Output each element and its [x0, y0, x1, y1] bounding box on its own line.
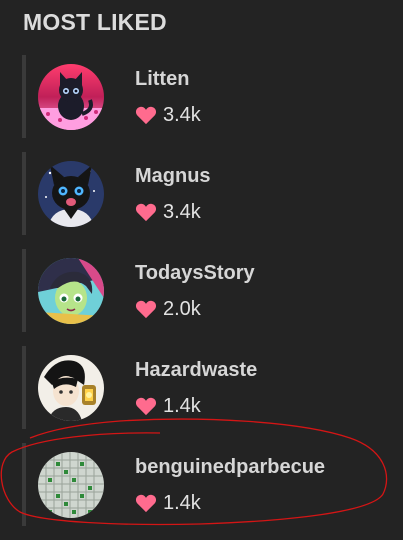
like-stat: 2.0k	[135, 296, 201, 322]
heart-icon	[135, 397, 157, 416]
like-count: 1.4k	[163, 491, 201, 514]
avatar-magnus[interactable]	[38, 161, 104, 227]
most-liked-list: Litten 3.4k Magnus 3.4k TodaysStory 2.0k…	[22, 55, 392, 540]
user-name[interactable]: TodaysStory	[135, 262, 255, 285]
like-count: 2.0k	[163, 297, 201, 320]
list-item: TodaysStory 2.0k	[22, 249, 392, 332]
list-item: Hazardwaste 1.4k	[22, 346, 392, 429]
like-count: 1.4k	[163, 394, 201, 417]
like-stat: 1.4k	[135, 490, 201, 516]
user-name[interactable]: Litten	[135, 68, 189, 91]
list-item: Litten 3.4k	[22, 55, 392, 138]
most-liked-panel: MOST LIKED Litten 3.4k Magnus 3.4k Today…	[0, 0, 403, 540]
list-item: Magnus 3.4k	[22, 152, 392, 235]
heart-icon	[135, 494, 157, 513]
heart-icon	[135, 203, 157, 222]
like-count: 3.4k	[163, 103, 201, 126]
black-wolf-avatar-icon	[38, 161, 104, 227]
heart-icon	[135, 106, 157, 125]
like-stat: 3.4k	[135, 199, 201, 225]
user-name[interactable]: Hazardwaste	[135, 359, 257, 382]
like-stat: 1.4k	[135, 393, 201, 419]
avatar-benguinedparbecue[interactable]	[38, 452, 104, 518]
user-name[interactable]: Magnus	[135, 165, 211, 188]
user-name[interactable]: benguinedparbecue	[135, 456, 325, 479]
avatar-todaysstory[interactable]	[38, 258, 104, 324]
section-title: MOST LIKED	[23, 9, 167, 35]
avatar-litten[interactable]	[38, 64, 104, 130]
like-count: 3.4k	[163, 200, 201, 223]
heart-icon	[135, 300, 157, 319]
dark-haired-character-lantern-avatar-icon	[38, 355, 104, 421]
like-stat: 3.4k	[135, 102, 201, 128]
list-item: benguinedparbecue 1.4k	[22, 443, 392, 526]
minesweeper-grid-avatar-icon	[38, 452, 104, 518]
avatar-hazardwaste[interactable]	[38, 355, 104, 421]
black-cat-avatar-icon	[38, 64, 104, 130]
green-haired-character-avatar-icon	[38, 258, 104, 324]
